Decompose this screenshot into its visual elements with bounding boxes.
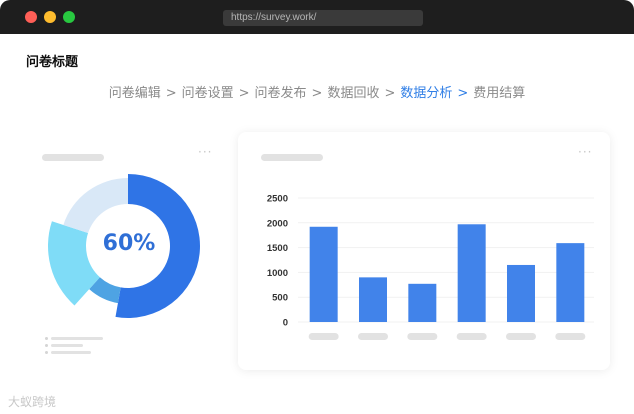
legend-placeholder (51, 337, 103, 340)
watermark: 大蚁跨境 (8, 395, 57, 409)
y-tick-label: 2000 (267, 218, 288, 229)
bar (359, 277, 387, 322)
y-tick-label: 1000 (267, 268, 288, 279)
step-5[interactable]: 数据分析 (400, 82, 452, 101)
x-tick-placeholder (308, 333, 339, 340)
app-window: https://survey.work/ 问卷标题 问卷编辑 > 问卷设置 > 问卷发布… (0, 0, 634, 414)
legend-dot (45, 351, 48, 354)
step-separator: > (384, 86, 396, 101)
title-bar: https://survey.work/ (0, 0, 634, 34)
x-tick-placeholder (555, 333, 586, 340)
bar-chart-card: ··· 0 500 1000 1500 2000 2500 (238, 132, 610, 370)
legend-placeholder (51, 351, 91, 354)
step-separator: > (311, 86, 323, 101)
minimize-window-button[interactable] (44, 11, 56, 23)
y-tick-label: 500 (272, 293, 288, 304)
bar (408, 283, 437, 322)
step-1[interactable]: 问卷编辑 (109, 82, 161, 101)
step-separator: > (457, 86, 469, 101)
step-3[interactable]: 问卷发布 (255, 82, 307, 101)
bar (309, 226, 338, 322)
x-tick-placeholder (456, 333, 487, 340)
x-tick-placeholder (407, 333, 438, 340)
step-separator: > (165, 86, 177, 101)
bar (507, 264, 535, 322)
step-separator: > (238, 86, 250, 101)
x-tick-placeholder (506, 333, 536, 340)
legend-dot (45, 344, 48, 347)
y-tick-label: 0 (283, 318, 288, 329)
more-options-icon[interactable]: ··· (198, 146, 212, 158)
step-6[interactable]: 费用结算 (473, 82, 525, 101)
panel-title-placeholder (42, 154, 104, 161)
close-window-button[interactable] (25, 11, 37, 23)
page-title: 问卷标题 (26, 55, 79, 70)
y-tick-label: 2500 (267, 194, 288, 205)
legend-placeholder (51, 344, 83, 347)
legend-dot (45, 337, 48, 340)
x-tick-placeholder (358, 333, 388, 340)
y-tick-label: 1500 (267, 243, 288, 254)
maximize-window-button[interactable] (63, 11, 75, 23)
bar (457, 224, 486, 322)
step-navigation: 问卷编辑 > 问卷设置 > 问卷发布 > 数据回收 > 数据分析 > 费用结算 (0, 82, 634, 101)
donut-segment (63, 178, 128, 234)
address-bar[interactable]: https://survey.work/ (223, 10, 423, 26)
step-2[interactable]: 问卷设置 (182, 82, 234, 101)
bar (556, 243, 585, 322)
bar-chart: 0 500 1000 1500 2000 2500 (267, 194, 594, 340)
step-4[interactable]: 数据回收 (327, 82, 379, 101)
donut-percentage: 60% (102, 231, 156, 256)
